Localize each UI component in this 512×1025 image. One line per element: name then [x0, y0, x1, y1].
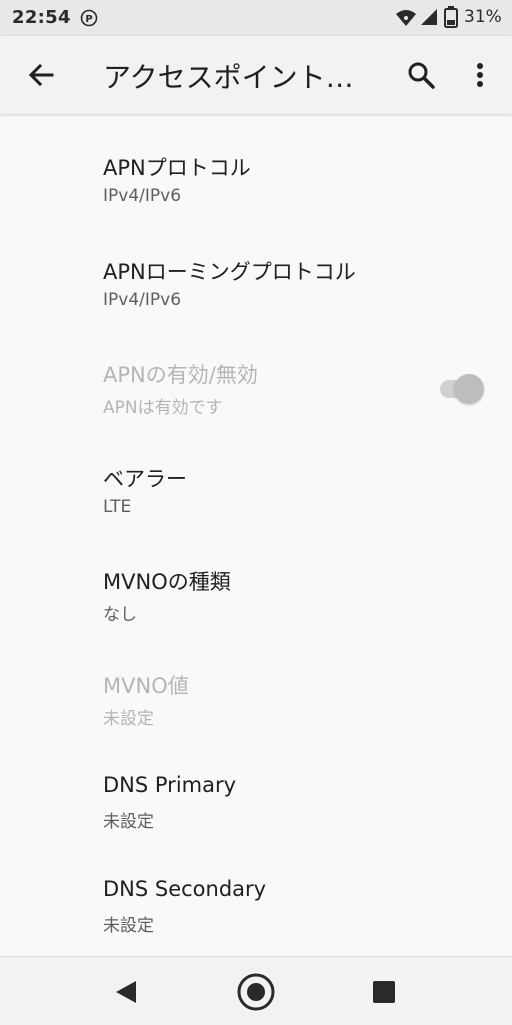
setting-title: MVNOの種類 — [103, 570, 231, 594]
nav-home-icon[interactable] — [236, 972, 276, 1012]
setting-summary: LTE — [103, 496, 132, 517]
setting-summary: なし — [103, 605, 137, 625]
battery-icon — [444, 6, 458, 28]
nav-recents-icon[interactable] — [364, 972, 404, 1012]
setting-summary: 未設定 — [103, 915, 154, 936]
setting-title: APNプロトコル — [103, 156, 251, 180]
app-bar: アクセスポイント… — [0, 36, 512, 114]
setting-summary: IPv4/IPv6 — [103, 186, 182, 206]
more-vert-icon[interactable] — [466, 58, 494, 92]
setting-summary: APNは有効です — [103, 398, 223, 418]
setting-dns-secondary[interactable]: DNS Secondary 未設定 — [0, 839, 512, 943]
battery-percent: 31% — [464, 7, 502, 27]
settings-list: APNプロトコル IPv4/IPv6 APNローミングプロトコル IPv4/IP… — [0, 114, 512, 942]
status-time: 22:54 — [12, 7, 71, 28]
apn-enable-toggle — [440, 372, 486, 406]
wifi-icon — [396, 10, 416, 26]
setting-apn-roaming-protocol[interactable]: APNローミングプロトコル IPv4/IPv6 — [0, 218, 512, 322]
setting-apn-protocol[interactable]: APNプロトコル IPv4/IPv6 — [0, 114, 512, 218]
p-notification-icon: P — [80, 9, 98, 27]
system-nav-bar — [0, 956, 512, 1025]
setting-title: APNの有効/無効 — [103, 363, 258, 387]
svg-text:P: P — [85, 14, 92, 25]
setting-title: MVNO値 — [103, 673, 189, 698]
setting-mvno-type[interactable]: MVNOの種類 なし — [0, 528, 512, 632]
setting-title: DNS Primary — [103, 773, 237, 797]
arrow-back-icon[interactable] — [26, 60, 56, 90]
nav-back-icon[interactable] — [106, 972, 146, 1012]
setting-apn-enable: APNの有効/無効 APNは有効です — [0, 321, 512, 425]
setting-dns-primary[interactable]: DNS Primary 未設定 — [0, 735, 512, 839]
setting-bearer[interactable]: ベアラー LTE — [0, 425, 512, 529]
toggle-thumb — [454, 374, 484, 404]
setting-summary: 未設定 — [103, 708, 154, 729]
setting-summary: IPv4/IPv6 — [103, 289, 182, 310]
cell-signal-icon — [421, 9, 437, 25]
setting-summary: 未設定 — [103, 812, 154, 832]
status-bar: 22:54 P 31% — [0, 0, 512, 36]
setting-title: APNローミングプロトコル — [103, 259, 356, 284]
setting-title: DNS Secondary — [103, 876, 267, 901]
setting-title: ベアラー — [103, 466, 187, 491]
search-icon[interactable] — [404, 58, 438, 92]
page-title: アクセスポイント… — [103, 61, 354, 94]
setting-mvno-value: MVNO値 未設定 — [0, 632, 512, 736]
